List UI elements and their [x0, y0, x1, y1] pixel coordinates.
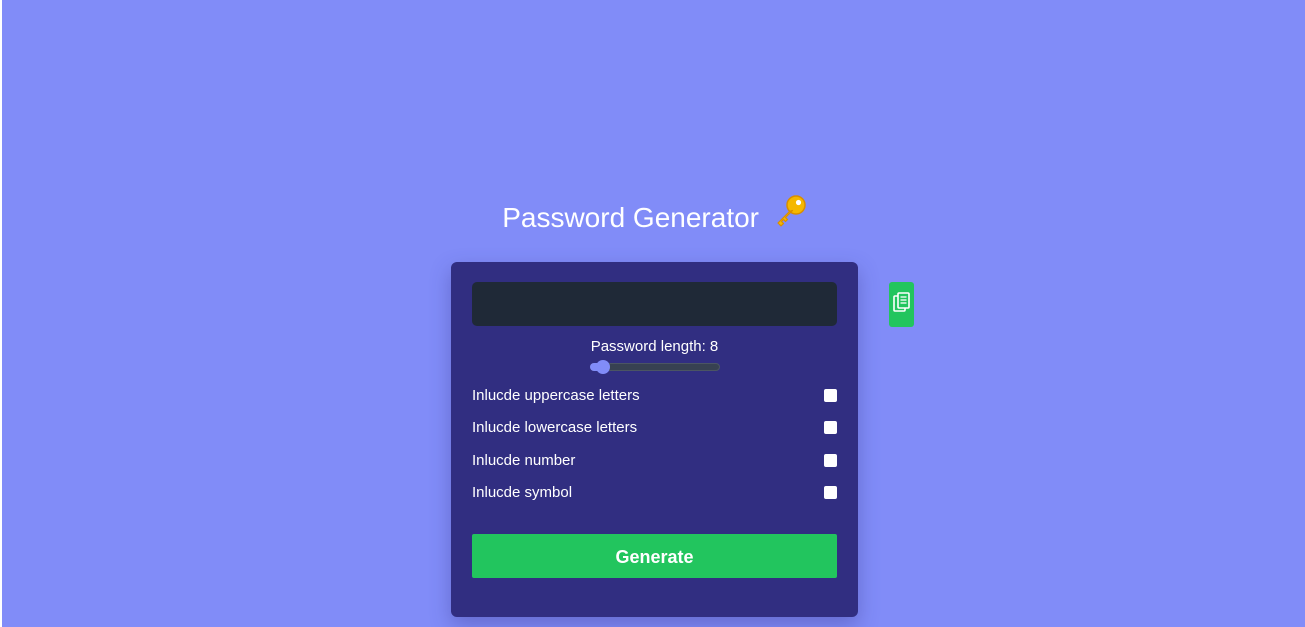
password-result-field[interactable]	[472, 282, 837, 326]
generator-card: Password length: 8 Inlucde uppercase let…	[451, 262, 858, 617]
option-uppercase-checkbox[interactable]	[824, 389, 837, 402]
password-length-label: Password length: 8	[590, 338, 719, 355]
page-title-text: Password Generator	[502, 202, 759, 233]
page: Password Generator Password length: 8 In…	[0, 0, 1305, 627]
option-number-label: Inlucde number	[472, 452, 576, 469]
copy-button[interactable]	[889, 282, 914, 327]
option-number: Inlucde number	[472, 451, 837, 471]
password-length-slider[interactable]	[590, 360, 720, 374]
option-lowercase: Inlucde lowercase letters	[472, 418, 837, 438]
option-uppercase-label: Inlucde uppercase letters	[472, 387, 640, 404]
page-title: Password Generator	[2, 195, 1305, 239]
slider-thumb[interactable]	[596, 360, 610, 374]
clipboard-icon	[893, 291, 910, 318]
key-icon	[773, 194, 807, 239]
option-symbol: Inlucde symbol	[472, 483, 837, 503]
option-symbol-checkbox[interactable]	[824, 486, 837, 499]
option-lowercase-checkbox[interactable]	[824, 421, 837, 434]
option-number-checkbox[interactable]	[824, 454, 837, 467]
option-uppercase: Inlucde uppercase letters	[472, 386, 837, 406]
option-lowercase-label: Inlucde lowercase letters	[472, 419, 638, 436]
generate-button[interactable]: Generate	[472, 534, 837, 578]
option-symbol-label: Inlucde symbol	[472, 484, 573, 501]
